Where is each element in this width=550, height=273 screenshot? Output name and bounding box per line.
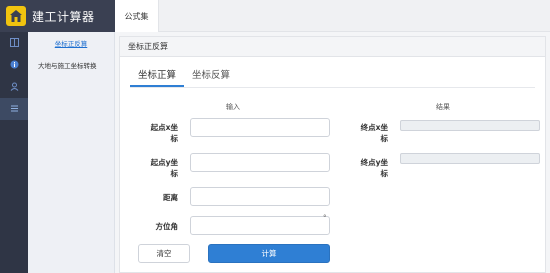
start-x-input[interactable] [190,118,330,137]
info-icon [10,60,19,71]
degree-unit: ° [323,214,327,222]
end-x-label: 终点x坐 标 [360,123,388,143]
app-title: 建工计算器 [32,9,95,24]
tab-formula-set[interactable]: 公式集 [115,0,159,32]
user-icon [10,82,19,93]
end-y-label: 终点y坐 标 [360,158,388,178]
rail-item-user[interactable] [0,76,28,98]
panel-title: 坐标正反算 [120,37,545,57]
calc-panel: 坐标正反算 坐标正算 坐标反算 输入 结果 起点x坐 标 终点x坐 标 起点y坐… [119,36,546,273]
clear-button[interactable]: 清空 [138,244,190,263]
start-y-input[interactable] [190,153,330,172]
end-x-output [400,120,540,131]
menu-item-coordinate-calc[interactable]: 坐标正反算 [28,32,114,54]
house-icon [6,6,26,26]
rail-item-grid[interactable] [0,32,28,54]
result-section-title: 结果 [436,103,450,111]
grid-icon [9,37,19,49]
distance-input[interactable] [190,187,330,206]
start-x-label: 起点x坐 标 [150,123,178,143]
main-area: 坐标正反算 坐标正算 坐标反算 输入 结果 起点x坐 标 终点x坐 标 起点y坐… [115,32,550,273]
tab-forward-calc[interactable]: 坐标正算 [130,67,185,87]
tabs-divider [130,87,535,88]
start-y-label: 起点y坐 标 [150,158,178,178]
list-icon [10,104,19,115]
menu-item-coordinate-convert[interactable]: 大地与施工坐标转换 [28,54,114,76]
azimuth-label: 方位角 [155,222,179,231]
rail-item-list[interactable] [0,98,28,120]
calculate-button[interactable]: 计算 [208,244,330,263]
calc-tabs: 坐标正算 坐标反算 [130,67,238,87]
top-bar: 公式集 [115,0,550,32]
input-section-title: 输入 [226,103,240,111]
distance-label: 距离 [163,193,178,202]
rail-item-info[interactable] [0,54,28,76]
secondary-menu: 坐标正反算 大地与施工坐标转换 [28,32,115,273]
icon-rail [0,32,28,273]
tab-inverse-calc[interactable]: 坐标反算 [184,67,238,87]
end-y-output [400,153,540,164]
app-brand: 建工计算器 [0,0,115,32]
azimuth-input[interactable] [190,216,330,235]
